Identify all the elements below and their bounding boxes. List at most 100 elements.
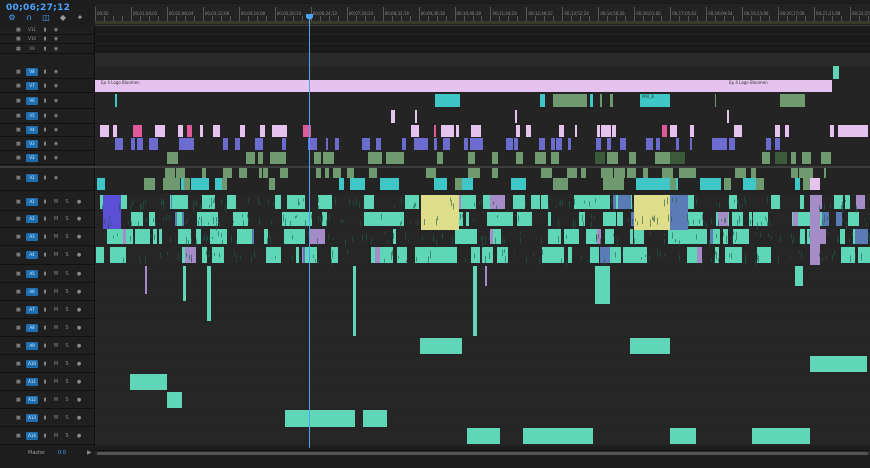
clip[interactable] [377, 212, 391, 226]
track-label[interactable]: V8 [26, 68, 38, 76]
track-label[interactable]: V3 [26, 139, 38, 148]
clip[interactable] [485, 266, 487, 286]
clip[interactable] [212, 247, 224, 263]
clip[interactable] [329, 152, 334, 164]
solo-button[interactable]: S [64, 433, 70, 439]
clip[interactable] [539, 138, 545, 150]
lock-icon[interactable]: ■ [16, 216, 21, 222]
mute-button[interactable]: M [53, 397, 59, 403]
clip[interactable] [441, 247, 457, 263]
clip[interactable] [353, 266, 356, 336]
clip[interactable] [446, 138, 450, 150]
clip[interactable] [339, 178, 344, 190]
clip[interactable] [130, 374, 167, 390]
clip[interactable] [191, 178, 209, 190]
clip[interactable] [856, 195, 865, 209]
track-label[interactable]: V11 [26, 26, 38, 34]
clip[interactable] [184, 178, 190, 190]
eye-visibility-icon[interactable]: ◉ [53, 46, 59, 52]
clip[interactable] [757, 178, 764, 190]
track-gap[interactable] [95, 53, 870, 66]
clip[interactable] [634, 229, 644, 244]
track-label[interactable]: A14 [26, 431, 38, 440]
mute-button[interactable]: M [53, 199, 59, 205]
clip[interactable] [101, 125, 109, 137]
linked-selection-icon[interactable]: ◫ [42, 14, 50, 22]
clip[interactable] [497, 212, 513, 226]
clip[interactable] [631, 247, 644, 263]
solo-button[interactable]: S [64, 216, 70, 222]
track-label[interactable]: A4 [26, 251, 38, 259]
clip[interactable] [523, 428, 593, 444]
clip[interactable] [275, 195, 281, 209]
track-label[interactable]: A6 [26, 287, 38, 296]
track-lane[interactable] [95, 93, 870, 108]
clip[interactable] [315, 138, 317, 150]
lock-icon[interactable]: ■ [16, 289, 21, 295]
track-lane[interactable] [95, 44, 870, 53]
lock-icon[interactable]: ■ [16, 98, 21, 104]
sync-lock-icon[interactable]: ▮ [42, 175, 48, 181]
clip[interactable] [610, 94, 613, 107]
clip[interactable] [492, 152, 498, 164]
clip[interactable] [420, 338, 462, 354]
sync-lock-icon[interactable]: ▮ [42, 36, 48, 42]
sync-lock-icon[interactable]: ▮ [42, 361, 48, 367]
clip[interactable] [810, 178, 820, 190]
clip[interactable] [464, 138, 468, 150]
clip[interactable] [215, 178, 223, 190]
sync-lock-icon[interactable]: ▮ [42, 83, 48, 89]
lock-icon[interactable]: ■ [16, 46, 21, 52]
mute-button[interactable]: M [53, 361, 59, 367]
clip[interactable] [715, 94, 716, 107]
mute-button[interactable]: M [53, 379, 59, 385]
clip[interactable] [178, 125, 183, 137]
clip[interactable] [200, 125, 203, 137]
lock-icon[interactable]: ■ [16, 199, 21, 205]
track-label[interactable]: A5 [26, 269, 38, 278]
clip[interactable] [548, 229, 561, 244]
clip[interactable] [715, 138, 722, 150]
clip[interactable] [590, 195, 606, 209]
track-label[interactable]: A8 [26, 323, 38, 332]
horizontal-scrollbar[interactable] [95, 450, 870, 455]
lock-icon[interactable]: ■ [16, 36, 21, 42]
clip[interactable] [275, 152, 277, 164]
microphone-icon[interactable]: ● [76, 199, 82, 205]
track-label[interactable]: A3 [26, 232, 38, 241]
clip[interactable] [472, 247, 480, 263]
clip[interactable] [506, 138, 513, 150]
sync-lock-icon[interactable]: ▮ [42, 155, 48, 161]
sync-lock-icon[interactable]: ▮ [42, 433, 48, 439]
clip[interactable] [791, 152, 796, 164]
track-label[interactable]: V7 [26, 81, 38, 90]
clip[interactable] [590, 94, 593, 107]
clip[interactable] [285, 410, 355, 427]
mute-button[interactable]: M [53, 234, 59, 240]
snap-magnet-icon[interactable]: ∩ [25, 14, 33, 22]
clip[interactable] [517, 212, 532, 226]
clip[interactable] [326, 138, 328, 150]
clip[interactable] [780, 94, 805, 107]
clip[interactable] [240, 125, 245, 137]
clip[interactable] [159, 229, 162, 244]
track-label[interactable]: A11 [26, 377, 38, 386]
lock-icon[interactable]: ■ [16, 69, 21, 75]
clip[interactable] [202, 247, 207, 263]
track-lane[interactable] [95, 265, 870, 282]
eye-visibility-icon[interactable]: ◉ [53, 36, 59, 42]
clip[interactable] [795, 178, 800, 190]
clip[interactable] [841, 247, 855, 263]
track-lane[interactable] [95, 409, 870, 426]
clips-canvas[interactable]: Ep 4 Logo Bloomen Ep 4 Logo Bloomen MVI_8 [95, 26, 870, 446]
eye-visibility-icon[interactable]: ◉ [53, 83, 59, 89]
clip[interactable] [421, 138, 428, 150]
mute-button[interactable]: M [53, 271, 59, 277]
clip[interactable] [775, 152, 787, 164]
clip[interactable] [670, 152, 685, 164]
clip[interactable] [173, 195, 188, 209]
clip[interactable] [513, 195, 525, 209]
sync-lock-icon[interactable]: ▮ [42, 127, 48, 133]
clip[interactable] [462, 195, 476, 209]
clip[interactable] [131, 138, 135, 150]
